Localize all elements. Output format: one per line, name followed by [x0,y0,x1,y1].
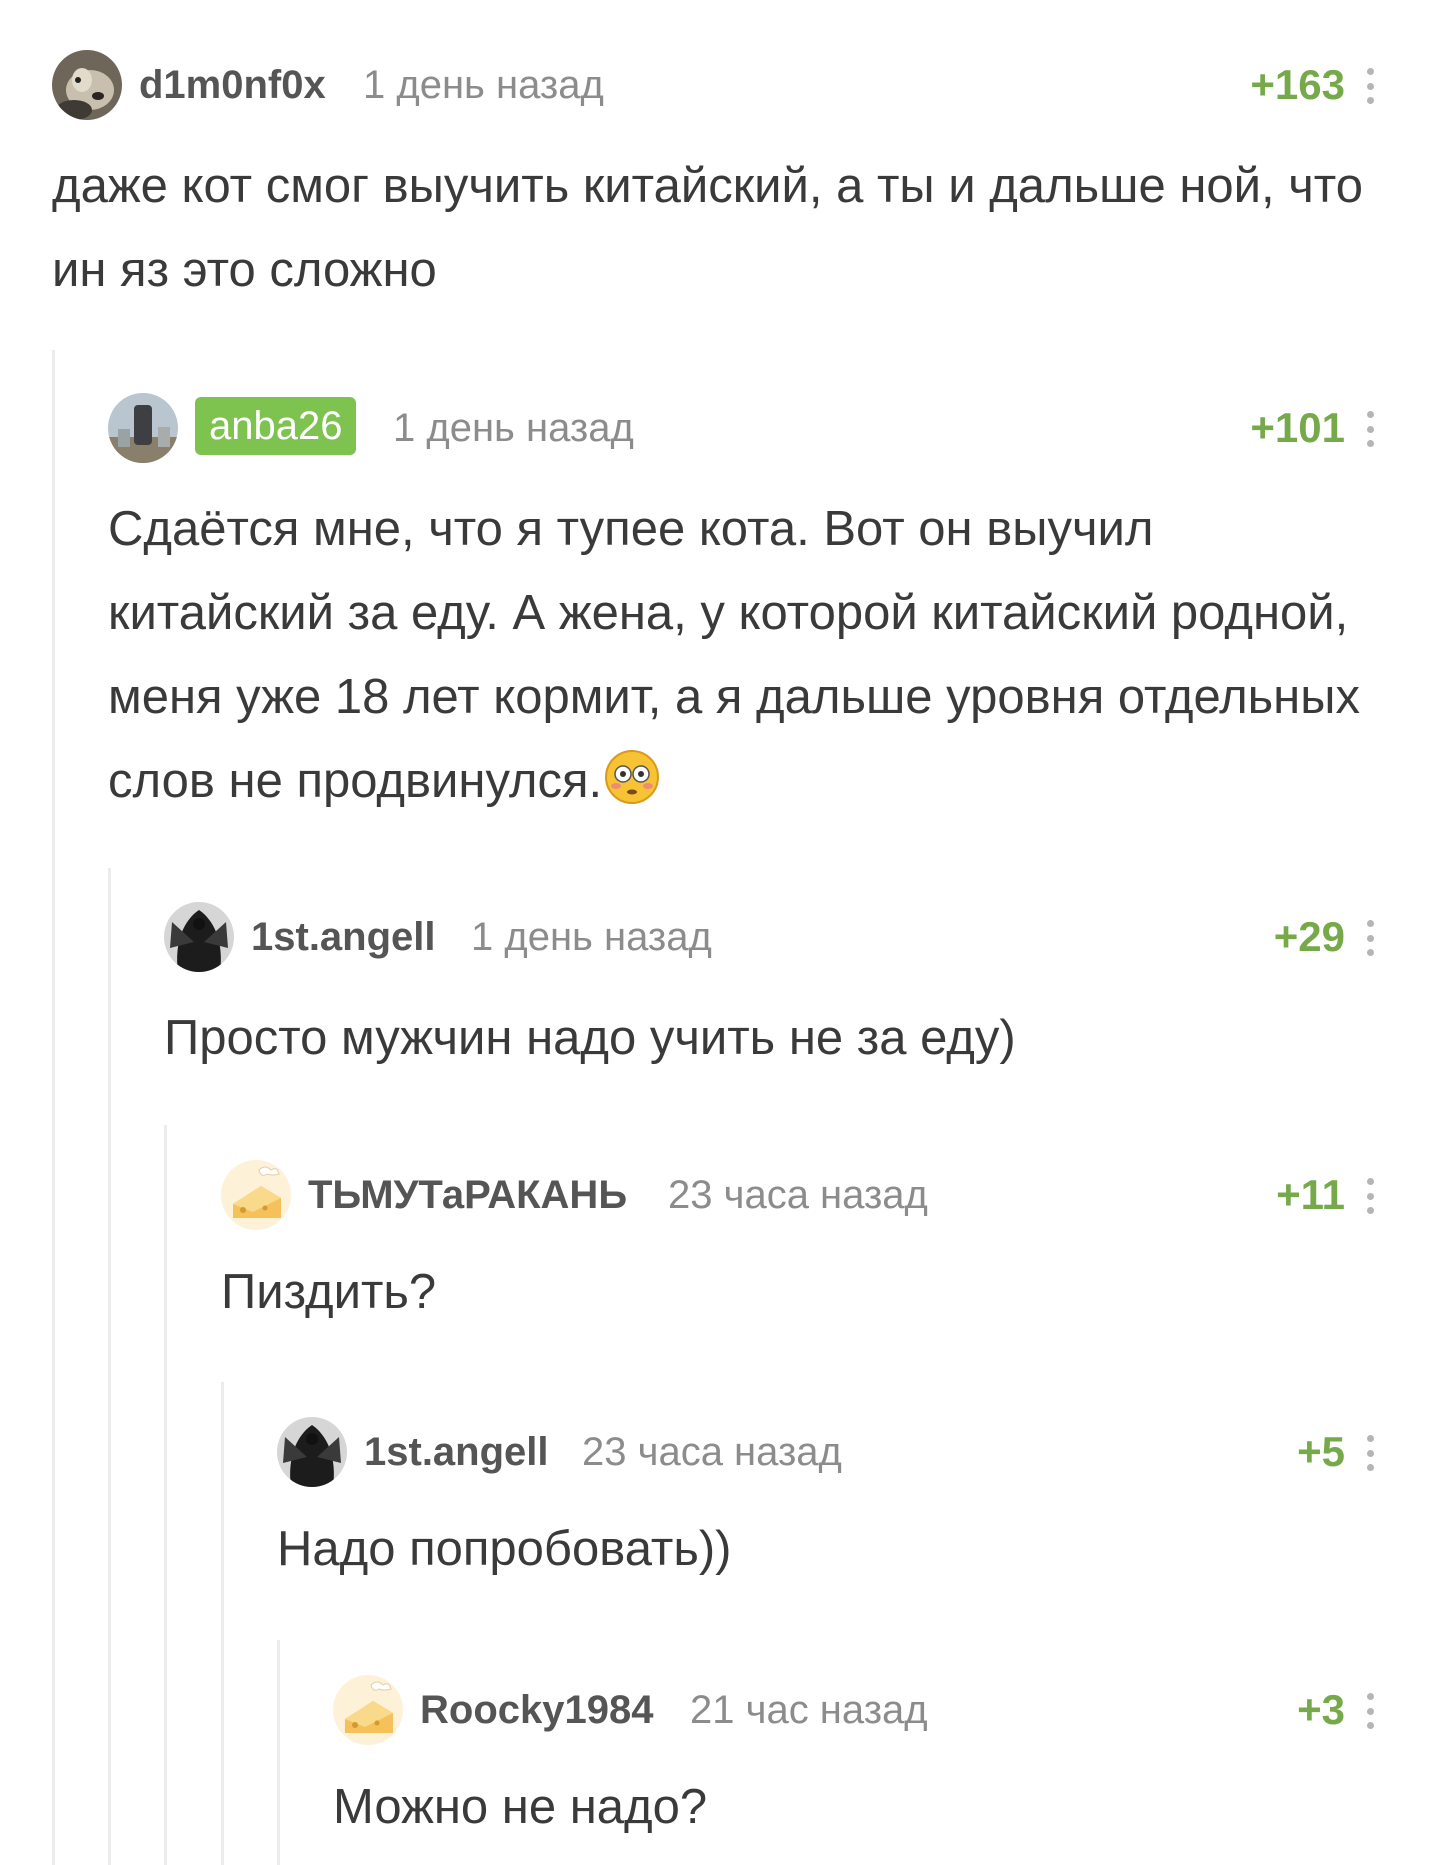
comment-header: 1st.angell 1 день назад +29 [0,902,1440,974]
comment-time: 23 часа назад [582,1430,842,1474]
comment-author[interactable]: d1m0nf0x [139,60,326,110]
default-cheese-avatar[interactable] [221,1160,291,1230]
comment-rating: +29 [1273,913,1345,960]
comment-text: Можно не надо? [333,1780,708,1834]
more-options-icon[interactable] [1366,68,1374,104]
comment-rating: +5 [1297,1428,1345,1475]
comment-author[interactable]: Roocky1984 [420,1685,653,1735]
comment-time: 21 час назад [690,1688,928,1732]
dog-avatar[interactable] [52,50,122,120]
more-options-icon[interactable] [1366,920,1374,956]
comment-text-content: Сдаётся мне, что я тупее кота. Вот он вы… [108,502,1374,808]
comment-thread: d1m0nf0x 1 день назад +163 даже кот смог… [0,0,1440,1865]
comment-time: 1 день назад [363,63,604,107]
thread-line-level-5[interactable] [277,1640,280,1865]
comment-text: Надо попробовать)) [277,1522,732,1576]
thread-line-level-3[interactable] [164,1125,167,1865]
comment-rating: +101 [1250,404,1345,451]
comment-rating: +3 [1297,1686,1345,1733]
landscape-avatar[interactable] [108,393,178,463]
dark-figure-avatar[interactable] [277,1417,347,1487]
comment-header: Roocky1984 21 час назад +3 [0,1675,1440,1747]
comment-author[interactable]: ТЬМУТаРАКАНЬ [308,1170,627,1220]
comment-header: 1st.angell 23 часа назад +5 [0,1417,1440,1489]
more-options-icon[interactable] [1366,1435,1374,1471]
comment-header: ТЬМУТаРАКАНЬ 23 часа назад +11 [0,1160,1440,1232]
author-badge[interactable]: anba26 [195,397,357,455]
comment-rating: +11 [1276,1171,1345,1218]
comment-header: d1m0nf0x 1 день назад +163 [0,50,1440,122]
comment-time: 1 день назад [471,915,712,959]
comment-author[interactable]: 1st.angell [251,912,436,962]
comment-header: anba26 1 день назад +101 [0,393,1440,465]
comment-author[interactable]: 1st.angell [364,1427,549,1477]
flushed-face-emoji [604,747,660,804]
comment-text: Просто мужчин надо учить не за еду) [164,1011,1016,1065]
comment-text: Сдаётся мне, что я тупее кота. Вот он вы… [108,487,1380,823]
comment-rating: +163 [1250,61,1345,108]
comment-time: 23 часа назад [668,1173,928,1217]
more-options-icon[interactable] [1366,1693,1374,1729]
thread-line-level-1[interactable] [52,350,55,1865]
comment-time: 1 день назад [393,406,634,450]
dark-figure-avatar[interactable] [164,902,234,972]
more-options-icon[interactable] [1366,1178,1374,1214]
more-options-icon[interactable] [1366,411,1374,447]
default-cheese-avatar[interactable] [333,1675,403,1745]
comment-text: даже кот смог выучить китайский, а ты и … [52,159,1377,297]
comment-text: Пиздить? [221,1265,437,1319]
